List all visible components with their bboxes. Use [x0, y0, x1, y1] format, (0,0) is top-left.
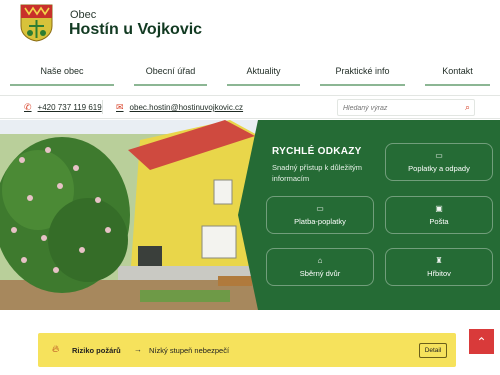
scroll-to-top-button[interactable]: ⌃	[469, 329, 494, 354]
alert-text: Nízký stupeň nebezpečí	[149, 346, 230, 355]
quick-link-posta[interactable]: ▣ Pošta	[385, 196, 493, 234]
search-box: ⌕	[337, 99, 475, 116]
quick-link-hrbitov[interactable]: ♜ Hřbitov	[385, 248, 493, 286]
quick-link-poplatky-a-odpady[interactable]: ▭ Poplatky a odpady	[385, 143, 493, 181]
nav-item-nase-obec[interactable]: Naše obec	[0, 58, 124, 94]
nav-underline	[227, 84, 300, 86]
main-nav: Naše obec Obecní úřad Aktuality Praktick…	[0, 58, 500, 94]
brand-subtitle: Obec	[70, 9, 97, 21]
village-photo	[0, 120, 270, 310]
search-icon[interactable]: ⌕	[465, 102, 470, 113]
quick-link-label: Poplatky a odpady	[408, 163, 470, 173]
fire-icon: 🔥︎	[52, 344, 60, 355]
detail-button[interactable]: Detail	[419, 343, 447, 358]
nav-item-label: Naše obec	[40, 66, 84, 76]
arrow-right-icon: →	[134, 345, 142, 354]
nav-underline	[425, 84, 490, 86]
nav-item-aktuality[interactable]: Aktuality	[217, 58, 310, 94]
container-icon: ⌂	[317, 255, 323, 265]
nav-item-prakticke-info[interactable]: Praktické info	[310, 58, 415, 94]
brand-title[interactable]: Hostín u Vojkovic	[69, 21, 202, 39]
phone-number: +420 737 119 619	[37, 103, 102, 112]
nav-item-kontakt[interactable]: Kontakt	[415, 58, 500, 94]
alert-label: Riziko požárů	[72, 346, 121, 355]
phone-icon: ✆	[24, 102, 32, 112]
email-link[interactable]: ✉ obec.hostin@hostinuvojkovic.cz	[116, 102, 243, 113]
phone-link[interactable]: ✆ +420 737 119 619	[24, 102, 102, 113]
nav-item-label: Praktické info	[335, 66, 390, 76]
nav-item-label: Aktuality	[246, 66, 281, 76]
quick-link-label: Pošta	[429, 216, 449, 226]
nav-item-label: Kontakt	[442, 66, 473, 76]
nav-item-obecni-urad[interactable]: Obecní úřad	[124, 58, 217, 94]
cards-icon: ▭	[316, 203, 324, 213]
quick-link-label: Sběrný dvůr	[299, 268, 341, 278]
cards-icon: ▭	[435, 150, 443, 160]
envelope-icon: ✉	[116, 102, 124, 112]
nav-underline	[320, 84, 405, 86]
nav-item-label: Obecní úřad	[145, 66, 196, 76]
fire-risk-alert: 🔥︎ Riziko požárů → Nízký stupeň nebezpeč…	[38, 333, 456, 367]
nav-underline	[10, 84, 114, 86]
mailbox-icon: ▣	[435, 203, 443, 213]
site-header: Obec Hostín u Vojkovic	[0, 0, 500, 58]
coat-of-arms-logo[interactable]	[20, 4, 53, 42]
quick-link-label: Platba-poplatky	[294, 216, 346, 226]
quick-links-title: RYCHLÉ ODKAZY	[272, 146, 362, 157]
quick-link-label: Hřbitov	[427, 268, 451, 278]
quick-link-sberny-dvur[interactable]: ⌂ Sběrný dvůr	[266, 248, 374, 286]
search-input[interactable]	[343, 102, 453, 114]
contact-bar: ✆ +420 737 119 619 ✉ obec.hostin@hostinu…	[0, 95, 500, 119]
divider	[102, 100, 103, 114]
email-address: obec.hostin@hostinuvojkovic.cz	[129, 103, 244, 112]
quick-link-platba-poplatky[interactable]: ▭ Platba-poplatky	[266, 196, 374, 234]
quick-links-subtitle: Snadný přístup k důležitým informacím	[272, 163, 363, 183]
monument-icon: ♜	[435, 255, 443, 265]
nav-underline	[134, 84, 207, 86]
chevron-up-icon: ⌃	[476, 334, 487, 349]
